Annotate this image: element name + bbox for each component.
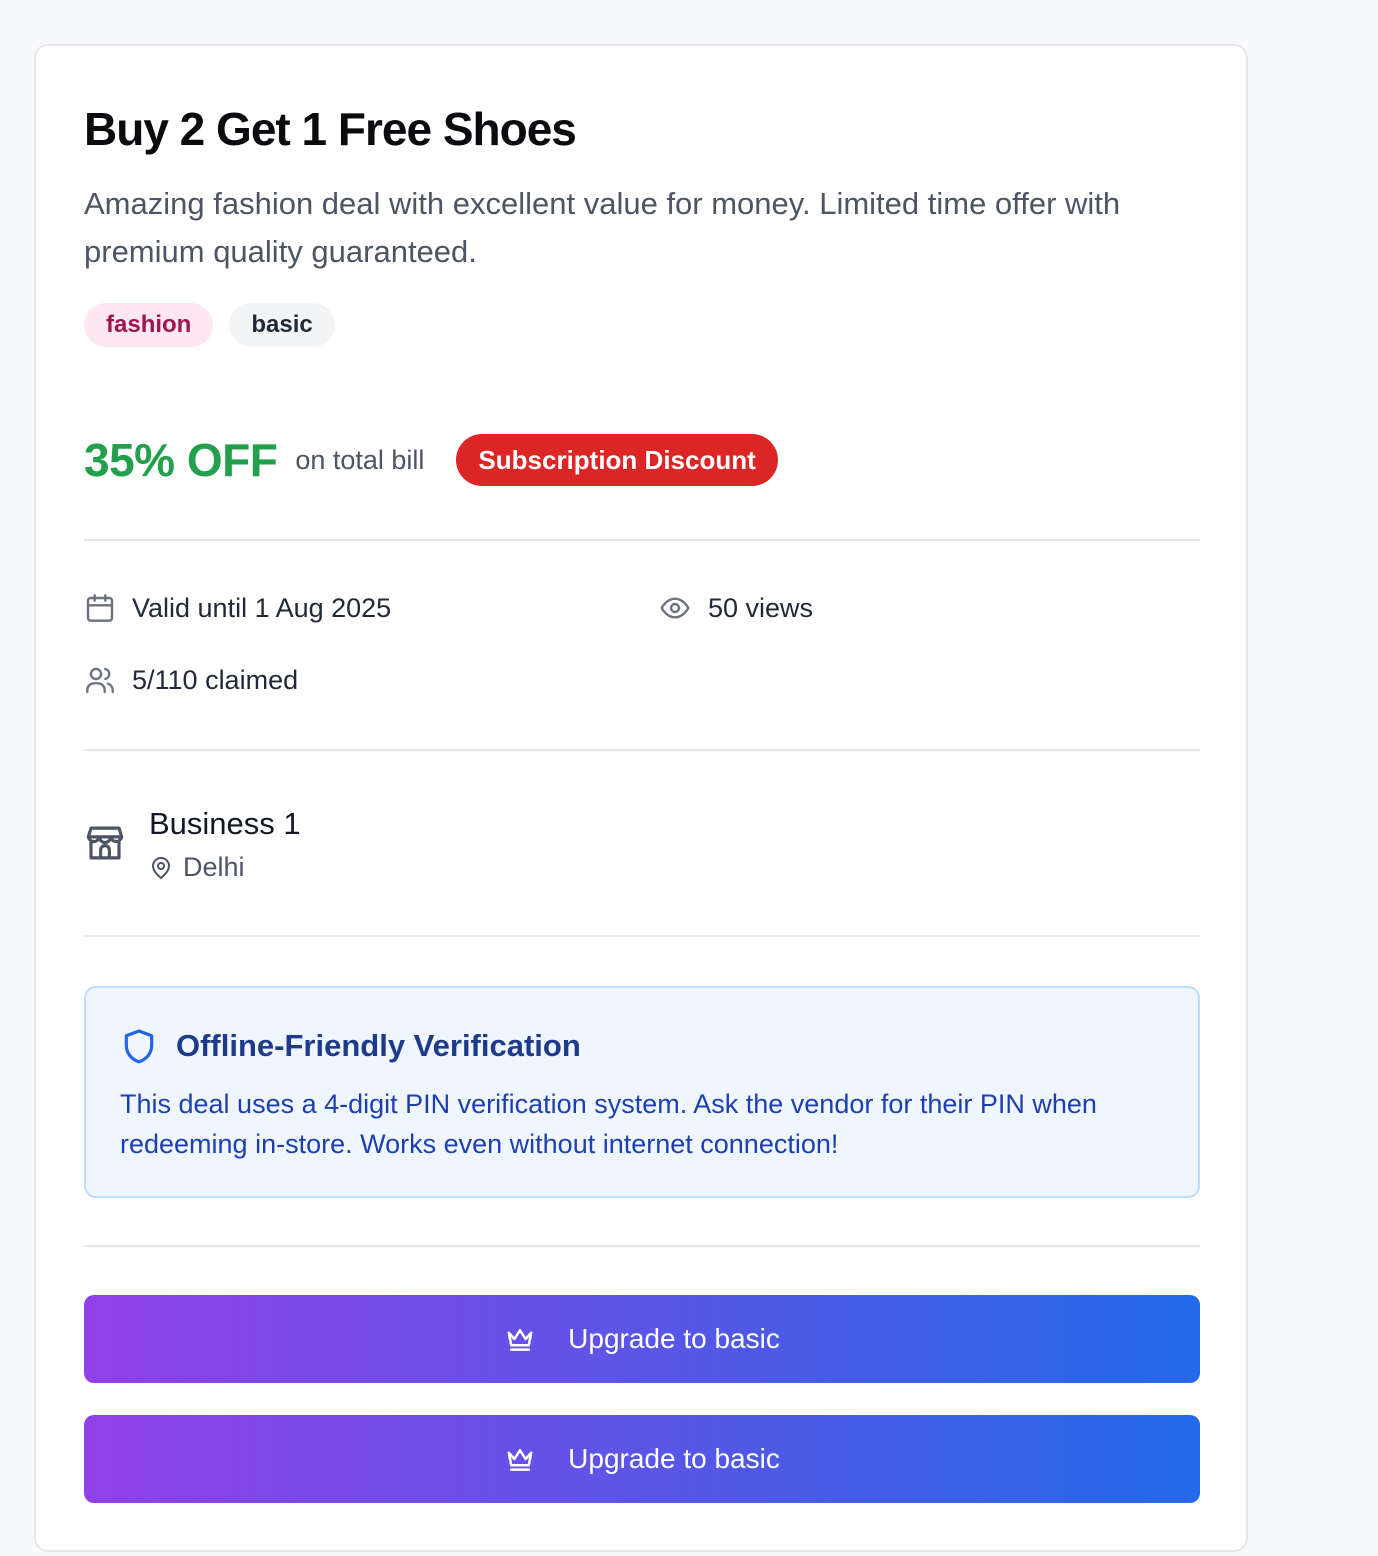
views-text: 50 views: [708, 592, 814, 623]
valid-until: Valid until 1 Aug 2025: [84, 592, 391, 624]
map-pin-icon: [152, 856, 170, 879]
verification-title-text: Offline-Friendly Verification: [176, 1028, 581, 1063]
valid-until-text: Valid until 1 Aug 2025: [132, 592, 392, 623]
claimed-count: 5/110 claimed: [84, 664, 298, 696]
verification-text: This deal uses a 4-digit PIN verificatio…: [120, 1089, 1097, 1159]
upgrade-button-label: Upgrade to basic: [568, 1323, 780, 1354]
claimed-text: 5/110 claimed: [132, 664, 299, 695]
divider: [84, 749, 1200, 751]
discount-suffix: on total bill: [295, 444, 425, 475]
upgrade-button[interactable]: Upgrade to basic: [84, 1295, 1200, 1383]
verification-title: Offline-Friendly Verification: [120, 1026, 581, 1066]
discount-value: 35% OFF: [84, 434, 278, 486]
discount-row: 35% OFF on total bill Subscription Disco…: [84, 432, 778, 488]
upgrade-button[interactable]: Upgrade to basic: [84, 1415, 1200, 1503]
views-count: 50 views: [658, 592, 813, 624]
business-name: Business 1: [149, 806, 301, 841]
crown-icon: [507, 1449, 533, 1471]
divider: [84, 1245, 1200, 1247]
deal-description: Amazing fashion deal with excellent valu…: [84, 186, 1121, 269]
users-icon: [86, 667, 114, 694]
verification-info-box: Offline-Friendly Verification This deal …: [84, 986, 1200, 1198]
business-location: Delhi: [149, 852, 245, 883]
calendar-icon: [86, 594, 114, 622]
subscription-discount-badge: Subscription Discount: [456, 434, 778, 486]
tag-basic: basic: [229, 303, 335, 347]
deal-card: Buy 2 Get 1 Free Shoes Amazing fashion d…: [34, 44, 1248, 1552]
shield-icon: [124, 1029, 154, 1064]
crown-icon: [507, 1329, 533, 1351]
divider: [84, 935, 1200, 937]
tag-list: fashion basic: [84, 303, 335, 347]
tag-fashion: fashion: [84, 303, 214, 347]
divider: [84, 539, 1200, 541]
store-icon: [86, 826, 124, 860]
business-location-text: Delhi: [183, 852, 245, 882]
upgrade-button-label: Upgrade to basic: [568, 1443, 780, 1474]
eye-icon: [660, 597, 690, 619]
deal-title: Buy 2 Get 1 Free Shoes: [84, 103, 577, 155]
